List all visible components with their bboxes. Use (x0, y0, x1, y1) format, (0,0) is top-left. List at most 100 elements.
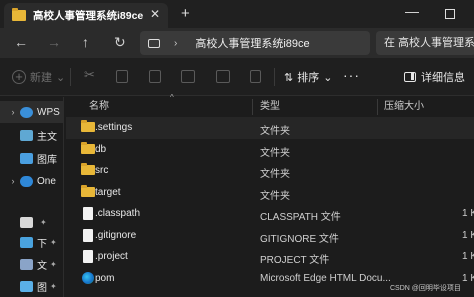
sidebar-item-downloads[interactable]: 下 ✦ (0, 231, 64, 253)
file-type: PROJECT 文件 (260, 255, 330, 266)
search-input[interactable]: 在 高校人事管理系统i89ce (376, 31, 474, 55)
pin-icon: ✦ (50, 237, 57, 247)
up-button[interactable]: ↑ (82, 34, 89, 50)
sidebar-item-label: One (37, 175, 56, 187)
edge-icon (82, 271, 94, 284)
refresh-button[interactable]: ↻ (114, 34, 126, 51)
tab-title: 高校人事管理系统i89ce (33, 10, 144, 22)
file-size: 1 KE (462, 251, 474, 262)
share-icon[interactable] (216, 70, 230, 83)
file-row-db[interactable]: db 文件夹 (66, 139, 474, 161)
file-name: target (95, 186, 121, 198)
title-bar: 高校人事管理系统i89ce ✕ + — (0, 0, 474, 28)
minimize-button[interactable]: — (405, 3, 419, 19)
cloud-icon (20, 106, 33, 118)
file-type: 文件夹 (260, 169, 290, 180)
file-row-target[interactable]: target 文件夹 (66, 182, 474, 204)
file-name: pom (95, 272, 115, 284)
file-type: 文件夹 (260, 190, 290, 202)
sidebar-item-home[interactable]: 主文 (0, 124, 64, 146)
desktop-icon (20, 216, 33, 228)
folder-icon (81, 184, 95, 197)
file-row-settings[interactable]: .settings 文件夹 (66, 117, 474, 139)
watermark: CSDN @回明毕设项目 (390, 285, 461, 292)
column-header-size[interactable]: 压缩大小 (384, 97, 424, 117)
file-name: db (95, 143, 107, 155)
details-label: 详细信息 (421, 72, 465, 84)
plus-icon: + (12, 70, 26, 84)
onedrive-cloud-icon (20, 175, 33, 187)
sidebar-item-desktop[interactable]: ✦ (0, 211, 64, 233)
back-button[interactable]: ← (14, 34, 28, 50)
toolbar-divider (70, 68, 71, 86)
new-button[interactable]: + 新建 ⌄ (12, 69, 65, 85)
command-toolbar: + 新建 ⌄ ✂ ⇅ 排序 ⌄ ··· 详细信息 (0, 58, 474, 96)
file-name: src (95, 165, 109, 176)
file-name: .gitignore (95, 229, 137, 241)
delete-icon[interactable] (250, 70, 261, 83)
sidebar-item-label: 下 (37, 238, 47, 250)
file-type: CLASSPATH 文件 (260, 212, 341, 223)
new-tab-button[interactable]: + (181, 5, 190, 22)
address-bar[interactable]: › 高校人事管理系统i89ce (140, 31, 370, 55)
sidebar-item-documents[interactable]: 文 ✦ (0, 253, 64, 275)
file-name: .classpath (95, 208, 141, 219)
sidebar-item-label: 图 (37, 282, 47, 294)
sort-button[interactable]: ⇅ 排序 ⌄ (284, 69, 332, 85)
expand-chevron-icon[interactable]: › (6, 107, 20, 117)
more-options-button[interactable]: ··· (343, 67, 360, 83)
sidebar-item-label: 主文 (37, 131, 57, 143)
documents-icon (20, 258, 33, 270)
expand-chevron-icon[interactable]: › (6, 176, 20, 186)
breadcrumb-path[interactable]: 高校人事管理系统i89ce (195, 35, 309, 51)
gallery-icon (20, 152, 33, 164)
details-pane-icon (404, 72, 416, 82)
file-row-classpath[interactable]: .classpath CLASSPATH 文件 1 KE (66, 203, 474, 225)
pin-icon: ✦ (50, 259, 57, 269)
pin-icon: ✦ (40, 217, 47, 227)
navigation-pane: › WPS 主文 图库 › One ✦ 下 ✦ 文 ✦ 图 ✦ (0, 97, 64, 297)
column-divider[interactable] (252, 99, 253, 115)
file-icon (83, 228, 93, 242)
file-name: .project (95, 251, 128, 262)
copy-icon[interactable] (116, 70, 128, 83)
file-type: 文件夹 (260, 147, 290, 159)
monitor-icon (148, 38, 160, 48)
paste-icon[interactable] (149, 70, 161, 83)
file-row-gitignore[interactable]: .gitignore GITIGNORE 文件 1 KE (66, 225, 474, 247)
maximize-button[interactable] (445, 9, 455, 19)
sidebar-item-gallery[interactable]: 图库 (0, 147, 64, 169)
sidebar-item-wps[interactable]: › WPS (0, 101, 64, 123)
sidebar-item-pictures[interactable]: 图 ✦ (0, 275, 64, 297)
home-icon (20, 129, 33, 141)
file-size: 1 KE (462, 208, 474, 219)
folder-icon (81, 163, 95, 175)
close-tab-icon[interactable]: ✕ (150, 7, 160, 21)
sidebar-item-label: 文 (37, 260, 47, 272)
column-header-type[interactable]: 类型 (260, 97, 280, 117)
sidebar-item-label: 图库 (37, 154, 57, 166)
file-name: .settings (95, 122, 133, 133)
new-label: 新建 (30, 72, 52, 84)
file-size: 1 KE (462, 229, 474, 241)
chevron-down-icon: ⌄ (56, 71, 66, 84)
downloads-icon (20, 236, 33, 248)
file-row-project[interactable]: .project PROJECT 文件 1 KE (66, 246, 474, 268)
file-icon (83, 207, 93, 220)
details-pane-button[interactable]: 详细信息 (404, 69, 465, 85)
file-type: Microsoft Edge HTML Docu... (260, 272, 391, 284)
file-size: 1 KE (462, 272, 474, 284)
cut-icon[interactable]: ✂ (84, 67, 95, 83)
breadcrumb-chevron-icon[interactable]: › (174, 38, 177, 49)
sort-icon: ⇅ (284, 71, 294, 84)
file-row-src[interactable]: src 文件夹 (66, 160, 474, 182)
tab-active[interactable]: 高校人事管理系统i89ce ✕ (4, 3, 168, 28)
column-header-name[interactable]: 名称 (89, 97, 109, 117)
forward-button[interactable]: → (47, 34, 61, 50)
sidebar-item-label: WPS (37, 106, 60, 118)
rename-icon[interactable] (181, 70, 195, 83)
sidebar-item-onedrive[interactable]: › One (0, 170, 64, 192)
navigation-bar: ← → ↑ ↻ › 高校人事管理系统i89ce 在 高校人事管理系统i89ce (0, 28, 474, 58)
file-icon (83, 250, 93, 263)
column-divider[interactable] (377, 99, 378, 115)
